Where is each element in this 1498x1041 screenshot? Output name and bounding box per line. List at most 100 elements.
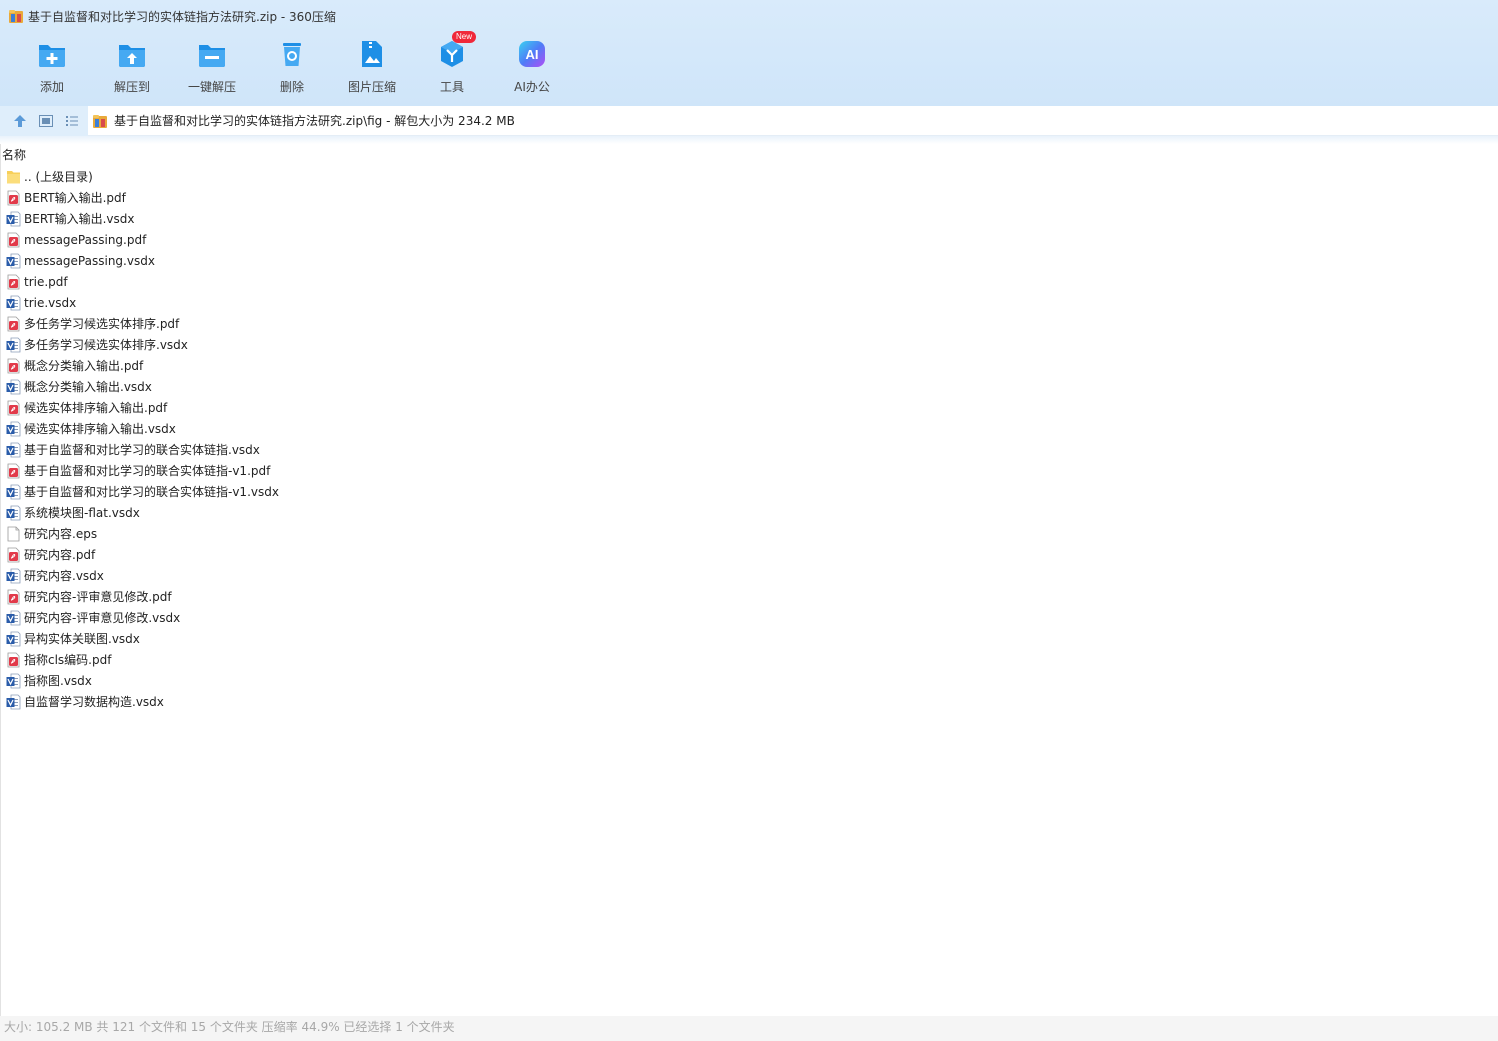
navigation-bar: 基于自监督和对比学习的实体链指方法研究.zip\fig - 解包大小为 234.… xyxy=(0,106,1498,136)
visio-file-icon xyxy=(6,295,21,310)
file-row[interactable]: 研究内容-评审意见修改.vsdx xyxy=(1,607,1498,628)
file-name: 研究内容.eps xyxy=(24,527,98,541)
file-row[interactable]: 指称图.vsdx xyxy=(1,670,1498,691)
file-row[interactable]: 异构实体关联图.vsdx xyxy=(1,628,1498,649)
pdf-file-icon xyxy=(7,232,20,247)
file-row[interactable]: trie.vsdx xyxy=(1,292,1498,313)
status-bar: 大小: 105.2 MB 共 121 个文件和 15 个文件夹 压缩率 44.9… xyxy=(0,1016,1498,1041)
file-row[interactable]: BERT输入输出.pdf xyxy=(1,187,1498,208)
tools-button[interactable]: New 工具 xyxy=(412,31,492,100)
address-path: 基于自监督和对比学习的实体链指方法研究.zip\fig - 解包大小为 234.… xyxy=(114,114,515,128)
file-name: 指称图.vsdx xyxy=(24,674,92,688)
extract-to-button[interactable]: 解压到 xyxy=(92,38,172,100)
title-bar[interactable]: 基于自监督和对比学习的实体链指方法研究.zip - 360压缩 xyxy=(0,0,1498,32)
visio-file-icon xyxy=(6,211,21,226)
file-name: 自监督学习数据构造.vsdx xyxy=(24,695,164,709)
file-name: 异构实体关联图.vsdx xyxy=(24,632,140,646)
image-compress-icon xyxy=(362,41,382,67)
file-name: 系统模块图-flat.vsdx xyxy=(24,506,140,520)
file-row[interactable]: messagePassing.pdf xyxy=(1,229,1498,250)
file-rows: .. (上级目录) BERT输入输出.pdf BERT输入输出.vsdx mes… xyxy=(1,166,1498,712)
visio-file-icon xyxy=(6,505,21,520)
file-name: 候选实体排序输入输出.vsdx xyxy=(24,422,176,436)
file-row[interactable]: 概念分类输入输出.vsdx xyxy=(1,376,1498,397)
ai-office-label: AI办公 xyxy=(514,80,550,94)
file-row[interactable]: 研究内容.eps xyxy=(1,523,1498,544)
file-row[interactable]: 候选实体排序输入输出.pdf xyxy=(1,397,1498,418)
tools-label: 工具 xyxy=(439,80,464,94)
file-row[interactable]: 基于自监督和对比学习的联合实体链指-v1.vsdx xyxy=(1,481,1498,502)
delete-label: 删除 xyxy=(279,80,304,94)
visio-file-icon xyxy=(6,694,21,709)
file-row[interactable]: 基于自监督和对比学习的联合实体链指.vsdx xyxy=(1,439,1498,460)
file-name: 候选实体排序输入输出.pdf xyxy=(24,401,168,415)
file-name: 概念分类输入输出.vsdx xyxy=(24,380,152,394)
image-compress-button[interactable]: 图片压缩 xyxy=(332,38,412,100)
address-bar[interactable]: 基于自监督和对比学习的实体链指方法研究.zip\fig - 解包大小为 234.… xyxy=(88,106,1498,136)
toolbar: 添加 解压到 一键解压 删除 图片压缩 New 工具 AI AI办公 xyxy=(12,31,572,100)
visio-file-icon xyxy=(6,484,21,499)
pdf-file-icon xyxy=(7,316,20,331)
file-row[interactable]: 多任务学习候选实体排序.pdf xyxy=(1,313,1498,334)
file-name: 基于自监督和对比学习的联合实体链指.vsdx xyxy=(24,443,260,457)
one-click-extract-button[interactable]: 一键解压 xyxy=(172,38,252,100)
file-row[interactable]: 自监督学习数据构造.vsdx xyxy=(1,691,1498,712)
extract-to-label: 解压到 xyxy=(113,80,150,94)
visio-file-icon xyxy=(6,379,21,394)
file-row[interactable]: 指称cls编码.pdf xyxy=(1,649,1498,670)
visio-file-icon xyxy=(6,631,21,646)
delete-icon xyxy=(283,43,301,66)
file-row[interactable]: 研究内容.vsdx xyxy=(1,565,1498,586)
pdf-file-icon xyxy=(7,358,20,373)
one-click-extract-icon xyxy=(199,45,225,67)
file-row[interactable]: 多任务学习候选实体排序.vsdx xyxy=(1,334,1498,355)
zip-archive-icon xyxy=(93,114,107,128)
image-compress-label: 图片压缩 xyxy=(347,80,396,94)
file-name: BERT输入输出.vsdx xyxy=(24,212,135,226)
add-label: 添加 xyxy=(39,80,64,94)
file-row[interactable]: BERT输入输出.vsdx xyxy=(1,208,1498,229)
file-name: 指称cls编码.pdf xyxy=(24,653,112,667)
folder-icon xyxy=(7,170,20,183)
file-name: messagePassing.vsdx xyxy=(24,253,155,268)
thumbnail-view-icon[interactable] xyxy=(38,113,54,129)
visio-file-icon xyxy=(6,421,21,436)
pdf-file-icon xyxy=(7,547,20,562)
file-name: 多任务学习候选实体排序.pdf xyxy=(24,317,180,331)
pdf-file-icon xyxy=(7,463,20,478)
file-name: 研究内容-评审意见修改.pdf xyxy=(24,590,172,604)
file-row[interactable]: 系统模块图-flat.vsdx xyxy=(1,502,1498,523)
header-shadow xyxy=(0,136,1498,144)
file-row[interactable]: 候选实体排序输入输出.vsdx xyxy=(1,418,1498,439)
file-name: trie.pdf xyxy=(24,274,68,289)
file-row[interactable]: 概念分类输入输出.pdf xyxy=(1,355,1498,376)
file-row[interactable]: messagePassing.vsdx xyxy=(1,250,1498,271)
file-row[interactable]: 研究内容.pdf xyxy=(1,544,1498,565)
pdf-file-icon xyxy=(7,400,20,415)
parent-directory-row[interactable]: .. (上级目录) xyxy=(1,166,1498,187)
file-name: messagePassing.pdf xyxy=(24,232,147,247)
file-row[interactable]: trie.pdf xyxy=(1,271,1498,292)
folder-add-icon xyxy=(39,45,65,67)
visio-file-icon xyxy=(6,253,21,268)
ai-office-button[interactable]: AI AI办公 xyxy=(492,38,572,100)
file-name: BERT输入输出.pdf xyxy=(24,191,126,205)
visio-file-icon xyxy=(6,568,21,583)
visio-file-icon xyxy=(6,610,21,625)
column-header-name[interactable]: 名称 xyxy=(1,144,1498,166)
up-arrow-icon[interactable] xyxy=(12,113,28,129)
file-name: 基于自监督和对比学习的联合实体链指-v1.vsdx xyxy=(24,485,279,499)
add-button[interactable]: 添加 xyxy=(12,38,92,100)
zip-archive-icon xyxy=(9,10,23,23)
file-name: .. (上级目录) xyxy=(24,170,93,184)
file-list: 名称 .. (上级目录) BERT输入输出.pdf BERT输入输出.vsdx … xyxy=(0,144,1498,1016)
svg-text:AI: AI xyxy=(526,47,539,62)
delete-button[interactable]: 删除 xyxy=(252,38,332,100)
file-name: 概念分类输入输出.pdf xyxy=(24,359,144,373)
file-row[interactable]: 基于自监督和对比学习的联合实体链指-v1.pdf xyxy=(1,460,1498,481)
ai-office-icon: AI xyxy=(519,41,545,67)
file-row[interactable]: 研究内容-评审意见修改.pdf xyxy=(1,586,1498,607)
visio-file-icon xyxy=(6,442,21,457)
list-view-icon[interactable] xyxy=(64,113,80,129)
pdf-file-icon xyxy=(7,652,20,667)
